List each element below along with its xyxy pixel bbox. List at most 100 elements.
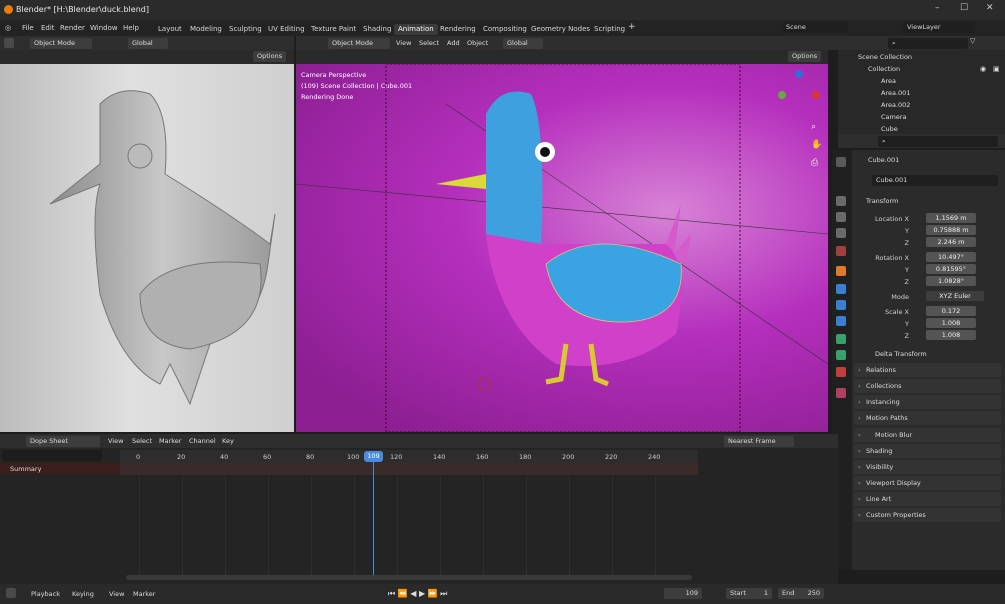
panel-custom-properties[interactable]: Custom Properties [854,508,1001,522]
menu-help[interactable]: Help [123,24,139,32]
menu-add[interactable]: Add [447,39,460,47]
camera-view-icon[interactable]: ⎙ [811,158,818,168]
menu-render[interactable]: Render [60,24,85,32]
end-frame-field[interactable]: End 250 [778,588,824,599]
navigation-gizmo[interactable] [774,70,824,120]
footer-view-menu[interactable]: View [109,590,124,598]
outliner-item-area-001[interactable]: Area.001 [881,89,910,97]
rotation-mode-dropdown[interactable]: XYZ Euler [926,291,984,301]
physics-tab-icon[interactable] [836,316,846,326]
render-camera-icon[interactable]: ▣ [993,65,1000,73]
outliner-item-area-002[interactable]: Area.002 [881,101,910,109]
summary-channel[interactable]: Summary [0,463,120,474]
tab-uv-editing[interactable]: UV Editing [264,24,309,35]
object-data-name-field[interactable]: Cube.001 [872,175,998,186]
tab-sculpting[interactable]: Sculpting [225,24,266,35]
rotation-z-field[interactable]: 1.0828° [926,276,976,286]
gizmo-x-axis-icon[interactable] [812,91,820,99]
scale-x-field[interactable]: 0.172 [926,306,976,316]
dope-menu-channel[interactable]: Channel [189,437,216,445]
snap-mode-dropdown[interactable]: Nearest Frame [724,436,794,447]
tab-geometry-nodes[interactable]: Geometry Nodes [527,24,594,35]
render-tab-icon[interactable] [836,196,846,206]
menu-file[interactable]: File [22,24,34,32]
outliner-collection[interactable]: Collection [868,65,900,73]
dope-menu-marker[interactable]: Marker [159,437,181,445]
panel-visibility[interactable]: Visibility [854,460,1001,474]
dope-sheet-mode-dropdown[interactable]: Dope Sheet [26,436,100,447]
panel-motion-blur[interactable]: Motion Blur [854,428,1001,442]
location-x-field[interactable]: 1.1569 m [926,213,976,223]
tab-shading[interactable]: Shading [359,24,395,35]
location-y-field[interactable]: 0.75888 m [926,225,976,235]
gizmo-z-axis-icon[interactable] [795,70,803,78]
view-layer-tab-icon[interactable] [836,228,846,238]
texture-tab-icon[interactable] [836,388,846,398]
constraints-tab-icon[interactable] [836,334,846,344]
panel-collections[interactable]: Collections [854,379,1001,393]
playhead-line[interactable] [373,452,374,578]
outliner-item-camera[interactable]: Camera [881,113,907,121]
visibility-eye-icon[interactable]: ◉ [980,65,986,73]
horizontal-scrollbar[interactable] [126,575,692,580]
scene-selector[interactable]: Scene [782,22,848,33]
current-frame-indicator[interactable]: 109 [364,451,383,462]
menu-select[interactable]: Select [419,39,439,47]
tab-scripting[interactable]: Scripting [590,24,629,35]
playback-controls[interactable]: ⏮ ⏪ ◀ ▶ ⏩ ⏭ [388,589,447,599]
material-tab-icon[interactable] [836,367,846,377]
minimize-icon[interactable]: – [935,3,940,13]
properties-search-input[interactable]: ⌕ [878,136,998,147]
dope-menu-view[interactable]: View [108,437,123,445]
dope-menu-key[interactable]: Key [222,437,234,445]
gizmo-y-axis-icon[interactable] [778,91,786,99]
view-layer-selector[interactable]: ViewLayer [903,22,975,33]
orientation-dropdown-right[interactable]: Global [503,38,543,49]
tab-layout[interactable]: Layout [154,24,186,35]
panel-motion-paths[interactable]: Motion Paths [854,411,1001,425]
tool-tab-icon[interactable] [836,157,846,167]
zoom-icon[interactable]: ⌕ [811,122,816,132]
playback-menu[interactable]: Playback [31,590,60,598]
options-button[interactable]: Options [253,51,287,62]
editor-type-icon[interactable] [4,38,14,48]
outliner-item-area[interactable]: Area [881,77,896,85]
scale-y-field[interactable]: 1.008 [926,318,976,328]
data-tab-icon[interactable] [836,350,846,360]
channel-search-input[interactable] [2,450,102,461]
left-viewport[interactable] [0,64,294,432]
menu-window[interactable]: Window [90,24,118,32]
maximize-icon[interactable]: ☐ [960,3,968,13]
blender-menu-icon[interactable]: ◎ [5,24,11,32]
tab-texture-paint[interactable]: Texture Paint [307,24,360,35]
dope-menu-select[interactable]: Select [132,437,152,445]
modifier-tab-icon[interactable] [836,284,846,294]
outliner-item-cube[interactable]: Cube [881,125,898,133]
rotation-x-field[interactable]: 10.497° [926,252,976,262]
outliner-search-input[interactable]: ⌕ [888,38,968,49]
footer-marker-menu[interactable]: Marker [133,590,155,598]
panel-line-art[interactable]: Line Art [854,492,1001,506]
orientation-dropdown[interactable]: Global [128,38,168,49]
pan-hand-icon[interactable]: ✋ [811,140,822,150]
current-frame-field[interactable]: 109 [664,588,702,599]
output-tab-icon[interactable] [836,212,846,222]
tab-modeling[interactable]: Modeling [186,24,226,35]
scene-tab-icon[interactable] [836,246,846,256]
delta-transform-header[interactable]: Delta Transform [875,350,927,358]
object-mode-dropdown-right[interactable]: Object Mode [328,38,390,49]
panel-viewport-display[interactable]: Viewport Display [854,476,1001,490]
location-z-field[interactable]: 2.246 m [926,237,976,247]
start-frame-field[interactable]: Start 1 [726,588,772,599]
panel-relations[interactable]: Relations [854,363,1001,377]
scale-z-field[interactable]: 1.008 [926,330,976,340]
tab-rendering[interactable]: Rendering [436,24,480,35]
menu-view[interactable]: View [396,39,411,47]
object-mode-dropdown[interactable]: Object Mode [30,38,92,49]
object-tab-icon[interactable] [836,266,846,276]
options-button-right[interactable]: Options [788,51,822,62]
close-icon[interactable]: ✕ [986,3,994,13]
rotation-y-field[interactable]: 0.81595° [926,264,976,274]
menu-object[interactable]: Object [467,39,488,47]
filter-icon[interactable]: ▽ [970,37,975,45]
